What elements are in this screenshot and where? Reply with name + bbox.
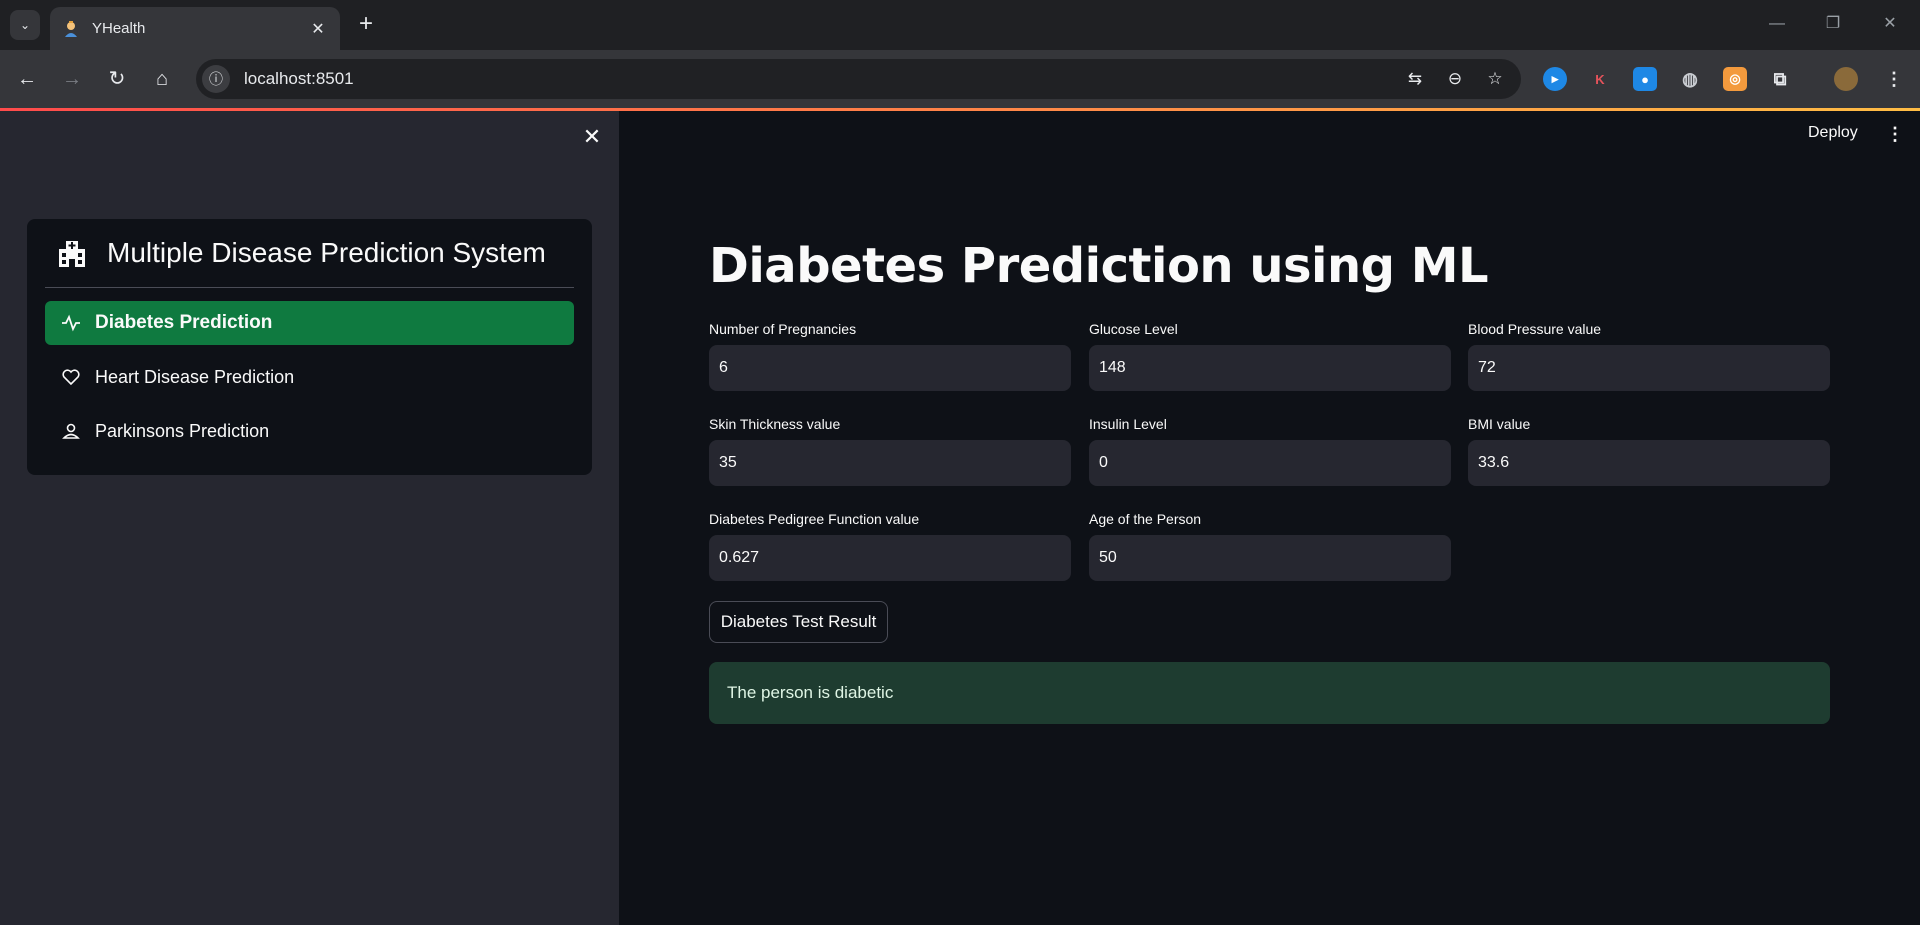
- menu-item-label: Diabetes Prediction: [95, 312, 273, 333]
- address-bar[interactable]: ⓘ localhost:8501 ⇆ ⊖ ☆: [196, 59, 1521, 99]
- pregnancies-input[interactable]: [709, 345, 1071, 391]
- extension-drop-icon[interactable]: ●: [1633, 67, 1657, 91]
- menu-item-diabetes[interactable]: Diabetes Prediction: [45, 301, 574, 345]
- insulin-input[interactable]: [1089, 440, 1451, 486]
- extension-blue-icon[interactable]: ▸: [1543, 67, 1567, 91]
- diabetes-test-result-button[interactable]: Diabetes Test Result: [709, 601, 888, 643]
- menu-title: Multiple Disease Prediction System: [107, 237, 546, 268]
- sidebar: ✕ Multiple Disease Prediction System Dia…: [0, 111, 619, 925]
- new-tab-button[interactable]: +: [352, 10, 380, 38]
- tab-close-icon[interactable]: ✕: [308, 19, 328, 39]
- sidebar-close-icon[interactable]: ✕: [580, 125, 604, 149]
- pedigree-field: Diabetes Pedigree Function value: [709, 511, 1071, 581]
- age-field: Age of the Person: [1089, 511, 1451, 581]
- page-title: Diabetes Prediction using ML: [709, 238, 1489, 294]
- reload-icon[interactable]: ↻: [102, 64, 132, 94]
- tab-search-icon[interactable]: ⌄: [10, 10, 40, 40]
- activity-icon: [61, 313, 81, 333]
- field-label: Diabetes Pedigree Function value: [709, 511, 920, 527]
- field-label: Skin Thickness value: [709, 416, 841, 432]
- forward-icon[interactable]: →: [57, 64, 87, 94]
- back-icon[interactable]: ←: [12, 64, 42, 94]
- deploy-button[interactable]: Deploy: [1808, 124, 1858, 142]
- menu-item-label: Parkinsons Prediction: [95, 420, 270, 441]
- browser-tab-bar: ⌄ YHealth ✕ + — ❐ ✕: [0, 0, 1920, 50]
- site-info-icon[interactable]: ⓘ: [202, 65, 230, 93]
- bookmark-star-icon[interactable]: ☆: [1481, 65, 1509, 93]
- bmi-field: BMI value: [1468, 416, 1830, 486]
- field-label: Blood Pressure value: [1468, 321, 1602, 337]
- person-icon: [61, 421, 81, 441]
- option-menu: Multiple Disease Prediction System Diabe…: [27, 219, 592, 475]
- translate-icon[interactable]: ⇆: [1401, 65, 1429, 93]
- zoom-icon[interactable]: ⊖: [1441, 65, 1469, 93]
- insulin-field: Insulin Level: [1089, 416, 1451, 486]
- profile-avatar[interactable]: [1834, 67, 1858, 91]
- heart-icon: [61, 367, 81, 387]
- menu-divider: [45, 287, 574, 288]
- field-label: BMI value: [1468, 416, 1531, 432]
- field-label: Number of Pregnancies: [709, 321, 857, 337]
- pedigree-input[interactable]: [709, 535, 1071, 581]
- browser-tab[interactable]: YHealth ✕: [50, 7, 340, 50]
- tab-title: YHealth: [92, 20, 146, 37]
- skin-thickness-field: Skin Thickness value: [709, 416, 1071, 486]
- bmi-input[interactable]: [1468, 440, 1830, 486]
- extension-globe-icon[interactable]: ◍: [1678, 67, 1702, 91]
- browser-toolbar: ← → ↻ ⌂ ⓘ localhost:8501 ⇆ ⊖ ☆ ▸ K ● ◍ ◎…: [0, 50, 1920, 108]
- menu-header: Multiple Disease Prediction System: [57, 237, 546, 269]
- url-text[interactable]: localhost:8501: [244, 69, 1401, 89]
- blood-pressure-input[interactable]: [1468, 345, 1830, 391]
- menu-item-heart-disease[interactable]: Heart Disease Prediction: [45, 355, 574, 399]
- glucose-input[interactable]: [1089, 345, 1451, 391]
- hospital-icon: [57, 237, 87, 269]
- glucose-field: Glucose Level: [1089, 321, 1451, 391]
- home-icon[interactable]: ⌂: [147, 64, 177, 94]
- window-close-icon[interactable]: ✕: [1870, 10, 1910, 38]
- menu-item-parkinsons[interactable]: Parkinsons Prediction: [45, 409, 574, 453]
- main-menu-icon[interactable]: ⋮: [1886, 124, 1904, 145]
- skin-thickness-input[interactable]: [709, 440, 1071, 486]
- field-label: Age of the Person: [1089, 511, 1202, 527]
- field-label: Glucose Level: [1089, 321, 1178, 337]
- minimize-icon[interactable]: —: [1757, 10, 1797, 38]
- result-message: The person is diabetic: [709, 662, 1830, 724]
- blood-pressure-field: Blood Pressure value: [1468, 321, 1830, 391]
- menu-item-label: Heart Disease Prediction: [95, 366, 295, 387]
- doctor-favicon-icon: [62, 20, 80, 38]
- pregnancies-field: Number of Pregnancies: [709, 321, 1071, 391]
- age-input[interactable]: [1089, 535, 1451, 581]
- extension-k-icon[interactable]: K: [1588, 67, 1612, 91]
- restore-icon[interactable]: ❐: [1813, 10, 1853, 38]
- field-label: Insulin Level: [1089, 416, 1167, 432]
- extension-orange-icon[interactable]: ◎: [1723, 67, 1747, 91]
- browser-menu-icon[interactable]: ⋮: [1882, 67, 1906, 91]
- extensions-puzzle-icon[interactable]: ⧉: [1768, 67, 1792, 91]
